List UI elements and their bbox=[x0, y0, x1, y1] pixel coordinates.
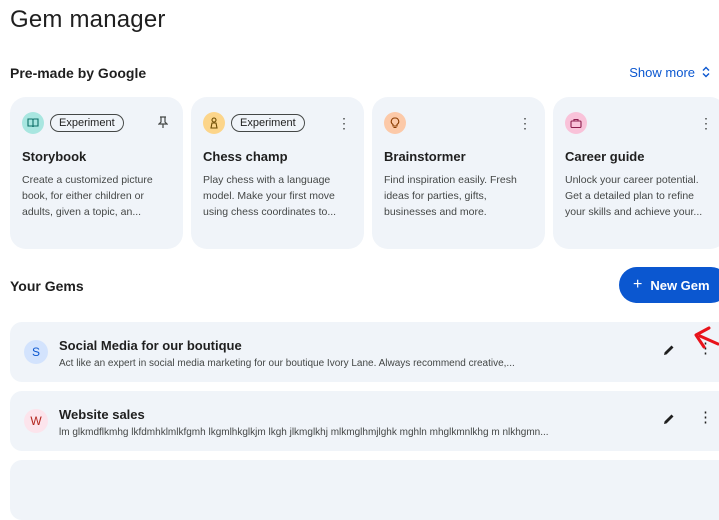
gem-avatar: S bbox=[24, 340, 48, 364]
card-description: Unlock your career potential. Get a deta… bbox=[565, 174, 703, 218]
new-gem-label: New Gem bbox=[650, 277, 710, 293]
pin-icon[interactable] bbox=[155, 115, 171, 131]
briefcase-icon bbox=[565, 112, 587, 134]
more-vert-icon[interactable]: ⋮ bbox=[517, 116, 533, 130]
page-title: Gem manager bbox=[10, 6, 166, 33]
experiment-badge: Experiment bbox=[50, 114, 124, 132]
lightbulb-icon bbox=[384, 112, 406, 134]
card-title: Brainstormer bbox=[384, 149, 466, 164]
gem-row-website-sales[interactable]: W Website sales lm glkmdflkmhg lkfdmhklm… bbox=[10, 391, 719, 451]
premade-section-title: Pre-made by Google bbox=[10, 65, 147, 81]
gem-description: lm glkmdflkmhg lkfdmhklmlkfgmh lkgmlhkgl… bbox=[59, 427, 549, 438]
card-description: Play chess with a language model. Make y… bbox=[203, 174, 337, 218]
premade-card-chess-champ[interactable]: Experiment ⋮ Chess champ Play chess with… bbox=[191, 97, 364, 249]
gem-avatar: W bbox=[24, 409, 48, 433]
premade-card-career-guide[interactable]: ⋮ Career guide Unlock your career potent… bbox=[553, 97, 719, 249]
card-title: Chess champ bbox=[203, 149, 288, 164]
premade-card-brainstormer[interactable]: ⋮ Brainstormer Find inspiration easily. … bbox=[372, 97, 545, 249]
more-vert-icon[interactable]: ⋮ bbox=[698, 408, 713, 426]
card-description: Create a customized picture book, for ei… bbox=[22, 174, 153, 218]
book-icon bbox=[22, 112, 44, 134]
new-gem-button[interactable]: + New Gem bbox=[619, 267, 719, 303]
experiment-badge: Experiment bbox=[231, 114, 305, 132]
premade-card-storybook[interactable]: Experiment Storybook Create a customized… bbox=[10, 97, 183, 249]
show-more-button[interactable]: Show more bbox=[629, 65, 711, 80]
edit-pencil-icon[interactable] bbox=[661, 411, 677, 427]
gem-name: Social Media for our boutique bbox=[59, 338, 242, 353]
card-description: Find inspiration easily. Fresh ideas for… bbox=[384, 174, 517, 218]
gem-description: Act like an expert in social media marke… bbox=[59, 358, 515, 369]
expand-chevron-icon bbox=[701, 66, 711, 80]
edit-pencil-icon[interactable] bbox=[661, 342, 677, 358]
annotation-arrow-icon bbox=[694, 326, 719, 349]
show-more-label: Show more bbox=[629, 65, 695, 80]
card-title: Career guide bbox=[565, 149, 645, 164]
gem-name: Website sales bbox=[59, 407, 145, 422]
card-title: Storybook bbox=[22, 149, 87, 164]
gem-row-social-media[interactable]: S Social Media for our boutique Act like… bbox=[10, 322, 719, 382]
plus-icon: + bbox=[633, 276, 643, 293]
gem-row-partial[interactable] bbox=[10, 460, 719, 520]
more-vert-icon[interactable]: ⋮ bbox=[698, 116, 714, 130]
chess-pawn-icon bbox=[203, 112, 225, 134]
your-gems-section-title: Your Gems bbox=[10, 278, 84, 294]
more-vert-icon[interactable]: ⋮ bbox=[336, 116, 352, 130]
